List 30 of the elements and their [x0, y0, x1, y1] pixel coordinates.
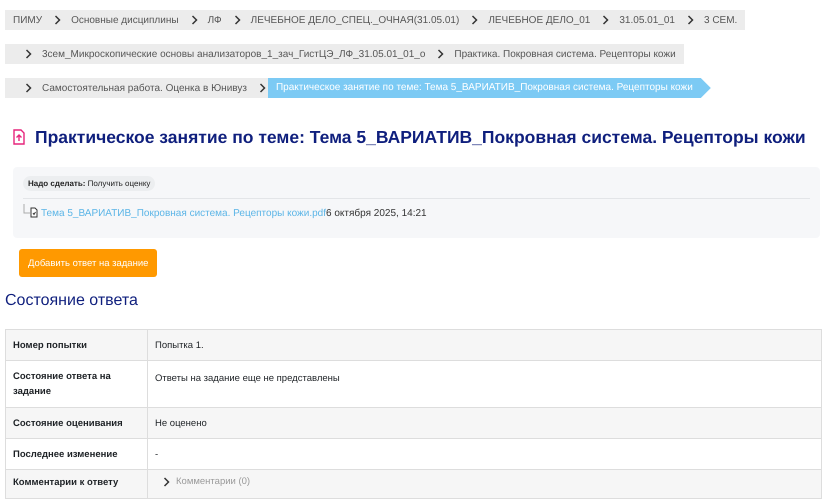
breadcrumb-link[interactable]: ПИМУ [13, 14, 42, 26]
chevron-icon [471, 15, 478, 25]
breadcrumb-link[interactable]: ЛЕЧЕБНОЕ ДЕЛО_СПЕЦ._ОЧНАЯ(31.05.01) [250, 14, 460, 26]
breadcrumb-link[interactable]: Практика. Покровная система. Рецепторы кожи [454, 48, 684, 60]
chevron-icon [258, 83, 266, 93]
chevron-icon [54, 15, 62, 25]
breadcrumb-link[interactable]: 3сем_Микроскопические основы анализаторов_1_зач_ГистЦЭ_ЛФ_31.05.01_01_о [42, 48, 426, 60]
chevron-icon [190, 15, 198, 25]
chevron-icon [163, 476, 170, 486]
row-label: Комментарии к ответу [6, 470, 148, 498]
chevron-icon [25, 49, 32, 59]
file-upload-icon [13, 129, 25, 145]
breadcrumb-link[interactable]: 31.05.01_01 [619, 14, 675, 26]
breadcrumb-link[interactable]: 3 СЕМ. [704, 14, 746, 26]
breadcrumb-link[interactable]: Самостоятельная работа. Оценка в Юнивуз [42, 82, 247, 94]
breadcrumb-link[interactable]: ЛФ [208, 14, 222, 26]
todo-badge: Надо сделать: Получить оценку [23, 176, 156, 191]
table-cell: Попытка 1. [148, 330, 822, 360]
page-title: Практическое занятие по теме: Тема 5_ВАРИАТИВ_Покровная система. Рецепторы кожи [35, 126, 806, 148]
row-label: Номер попытки [6, 330, 148, 360]
breadcrumb-link[interactable]: Основные дисциплины [71, 14, 179, 26]
file-date: 6 октября 2025, 14:21 [326, 208, 427, 219]
chevron-icon [602, 15, 610, 25]
file-tree-icon [23, 204, 39, 218]
chevron-icon [437, 49, 444, 59]
chevron-icon [234, 15, 241, 25]
breadcrumb-link[interactable]: ЛЕЧЕБНОЕ ДЕЛО_01 [488, 14, 590, 26]
chevron-icon [25, 83, 32, 93]
section-heading: Состояние ответа [5, 292, 139, 310]
chevron-icon [686, 15, 694, 25]
